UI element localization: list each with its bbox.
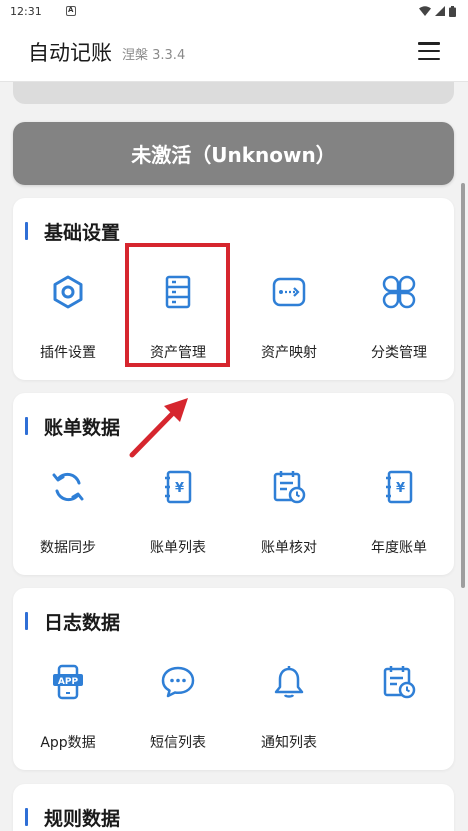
section-accent-bar: [25, 222, 28, 240]
chat-bubble-icon: [161, 666, 195, 698]
section-grid: 插件设置 资产管理 资产映射 分类管理: [13, 266, 454, 376]
activation-label: 未激活（Unknown）: [131, 143, 336, 167]
asset-management-button[interactable]: 资产管理: [123, 266, 233, 376]
item-label: 通知列表: [261, 735, 317, 751]
section-rule-data: 规则数据: [13, 784, 454, 831]
item-label: 账单列表: [150, 540, 206, 556]
app-version: 涅槃 3.3.4: [122, 48, 186, 63]
hexagon-plugin-icon: [53, 275, 83, 309]
section-basic-settings: 基础设置 插件设置 资产管理 资产映射 分类管理: [13, 198, 454, 380]
svg-text:APP: APP: [58, 677, 79, 687]
status-time: 12:31: [10, 4, 42, 18]
section-header: 基础设置: [25, 220, 121, 244]
section-header: 日志数据: [25, 610, 121, 634]
section-accent-bar: [25, 808, 28, 826]
item-label: 年度账单: [371, 540, 427, 556]
scrollbar[interactable]: [461, 183, 465, 588]
svg-text:¥: ¥: [396, 481, 405, 496]
section-title: 规则数据: [44, 807, 121, 830]
asset-mapping-button[interactable]: 资产映射: [234, 266, 344, 376]
section-header: 账单数据: [25, 415, 121, 439]
sync-icon: [52, 472, 84, 502]
server-stack-icon: [165, 275, 191, 309]
section-accent-bar: [25, 612, 28, 630]
ledger-icon: ¥: [386, 470, 413, 504]
item-label: 资产映射: [261, 345, 317, 361]
app-phone-icon: APP: [53, 664, 83, 700]
item-label: 短信列表: [150, 735, 206, 751]
section-title: 账单数据: [44, 416, 121, 439]
item-label: 账单核对: [261, 540, 317, 556]
section-bill-data: 账单数据 数据同步 ¥ 账单列表 账单核对 ¥ 年度账单: [13, 393, 454, 575]
section-grid: 数据同步 ¥ 账单列表 账单核对 ¥ 年度账单: [13, 461, 454, 571]
app-data-button[interactable]: APP App数据: [13, 656, 123, 766]
section-log-data: 日志数据 APP App数据 短信列表 通知列表: [13, 588, 454, 770]
item-label: 分类管理: [371, 345, 427, 361]
section-title: 日志数据: [44, 611, 121, 634]
bell-icon: [274, 666, 304, 698]
sms-list-button[interactable]: 短信列表: [123, 656, 233, 766]
log-item-4-button[interactable]: [344, 656, 454, 766]
bill-check-button[interactable]: 账单核对: [234, 461, 344, 571]
clover-category-icon: [382, 275, 416, 309]
section-grid: APP App数据 短信列表 通知列表: [13, 656, 454, 766]
app-bar: 自动记账 涅槃 3.3.4: [0, 22, 468, 82]
notification-list-button[interactable]: 通知列表: [234, 656, 344, 766]
plugin-settings-button[interactable]: 插件设置: [13, 266, 123, 376]
annual-bill-button[interactable]: ¥ 年度账单: [344, 461, 454, 571]
calendar-clock-icon: [273, 471, 306, 504]
scrolled-card-remnant: [13, 82, 454, 104]
svg-text:¥: ¥: [175, 481, 184, 496]
signal-icon: [435, 6, 445, 16]
item-label: 数据同步: [40, 540, 96, 556]
app-title: 自动记账: [28, 40, 112, 65]
status-bar: 12:31 A: [0, 0, 468, 22]
category-management-button[interactable]: 分类管理: [344, 266, 454, 376]
item-label: 资产管理: [150, 345, 206, 361]
bill-list-button[interactable]: ¥ 账单列表: [123, 461, 233, 571]
section-accent-bar: [25, 417, 28, 435]
item-label: 插件设置: [40, 345, 96, 361]
item-label: App数据: [40, 735, 96, 751]
hamburger-menu-icon[interactable]: [418, 42, 440, 60]
activation-status-button[interactable]: 未激活（Unknown）: [13, 122, 454, 185]
section-header: 规则数据: [25, 806, 121, 830]
status-icons: [419, 5, 456, 17]
battery-icon: [449, 5, 456, 17]
data-sync-button[interactable]: 数据同步: [13, 461, 123, 571]
calendar-clock-icon: [383, 666, 416, 699]
wifi-icon: [419, 6, 431, 16]
a-badge-icon: A: [65, 6, 76, 16]
mapping-arrow-icon: [272, 277, 306, 307]
section-title: 基础设置: [44, 221, 121, 244]
ledger-icon: ¥: [165, 470, 192, 504]
